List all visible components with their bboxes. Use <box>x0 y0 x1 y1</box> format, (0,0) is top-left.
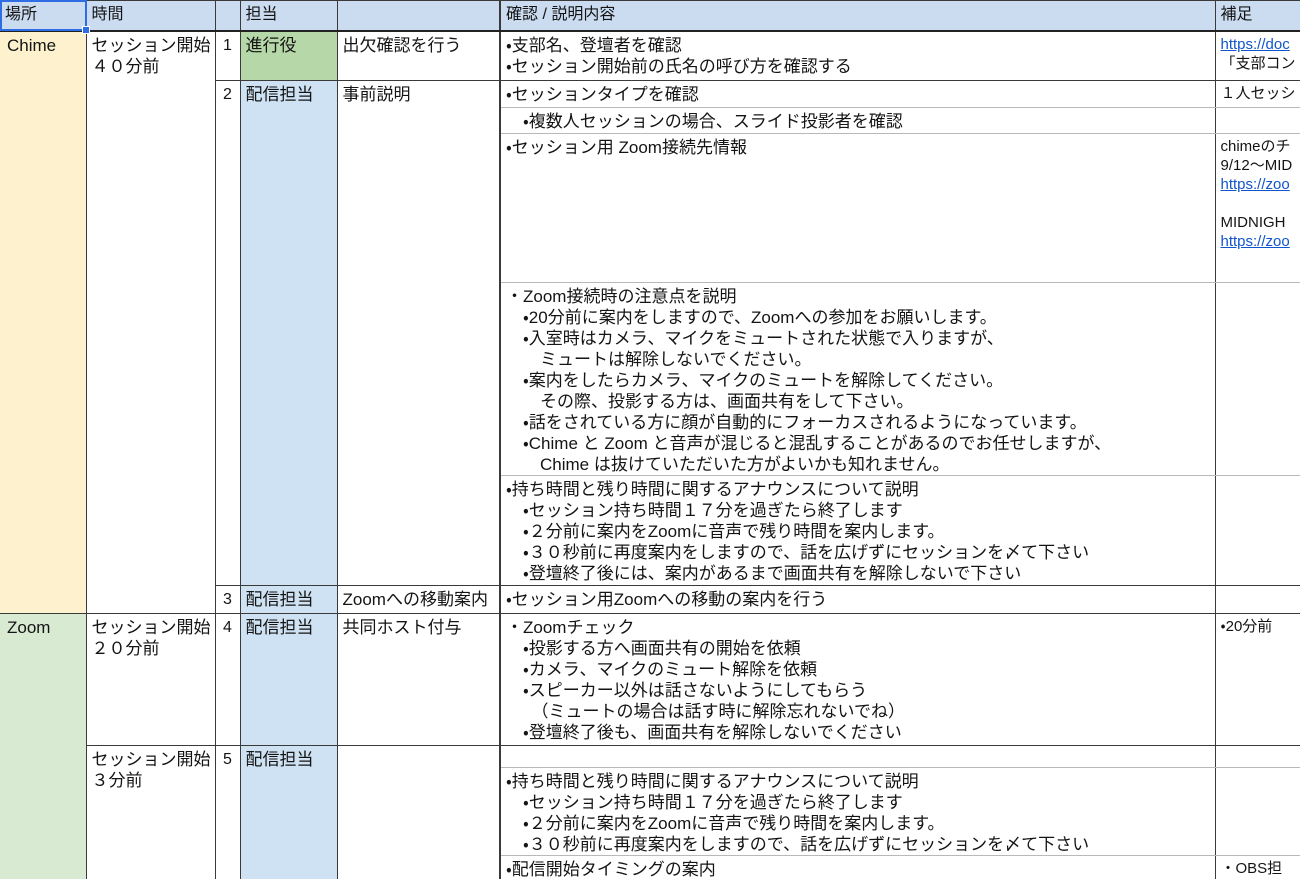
cell-note-1[interactable]: https://doc 「支部コン <box>1215 31 1300 81</box>
cell-content-3[interactable]: ・セッション用Zoomへの移動の案内を行う <box>500 586 1215 614</box>
header-row: 場所 時間 担当 確認 / 説明内容 補足 <box>0 1 1300 31</box>
cell-content-5a-empty[interactable] <box>500 746 1215 768</box>
cell-time-3min[interactable]: セッション開始 ３分前 <box>86 746 215 879</box>
spreadsheet-viewport: 場所 時間 担当 確認 / 説明内容 補足 Chime セッション開始 ４０分前… <box>0 0 1300 879</box>
header-place[interactable]: 場所 <box>0 1 86 31</box>
cell-content-5c[interactable]: ・配信開始タイミングの案内 <box>500 856 1215 879</box>
cell-task-briefing[interactable]: 事前説明 <box>337 81 500 586</box>
note-text: 「支部コン <box>1221 55 1296 72</box>
note-text: chimeのチ <box>1221 138 1291 155</box>
cell-note-2c[interactable]: chimeのチ 9/12〜MID https://zoo MIDNIGH https:/… <box>1215 134 1300 283</box>
runsheet-table: 場所 時間 担当 確認 / 説明内容 補足 Chime セッション開始 ４０分前… <box>0 0 1300 879</box>
cell-time-40min[interactable]: セッション開始 ４０分前 <box>86 31 215 614</box>
cell-task-5-empty[interactable] <box>337 746 500 879</box>
cell-content-2a[interactable]: ・セッションタイプを確認 <box>500 81 1215 108</box>
cell-note-2a[interactable]: １人セッシ <box>1215 81 1300 108</box>
cell-number-4[interactable]: 4 <box>215 614 240 746</box>
header-role[interactable]: 担当 <box>240 1 337 31</box>
header-time[interactable]: 時間 <box>86 1 215 31</box>
cell-place-zoom[interactable]: Zoom <box>0 614 86 879</box>
cell-content-4[interactable]: ・Zoomチェック ・投影する方へ画面共有の開始を依頼 ・カメラ、マイクのミュー… <box>500 614 1215 746</box>
cell-note-5b-empty[interactable] <box>1215 768 1300 856</box>
cell-note-5a-empty[interactable] <box>1215 746 1300 768</box>
cell-role-stream-4[interactable]: 配信担当 <box>240 614 337 746</box>
cell-time-20min[interactable]: セッション開始 ２０分前 <box>86 614 215 746</box>
cell-number-1[interactable]: 1 <box>215 31 240 81</box>
cell-role-stream-3[interactable]: 配信担当 <box>240 586 337 614</box>
cell-task-attendance[interactable]: 出欠確認を行う <box>337 31 500 81</box>
cell-note-2b-empty[interactable] <box>1215 108 1300 134</box>
header-number[interactable] <box>215 1 240 31</box>
cell-content-2e[interactable]: ・持ち時間と残り時間に関するアナウンスについて説明 ・セッション持ち時間１７分を… <box>500 476 1215 586</box>
cell-task-cohost[interactable]: 共同ホスト付与 <box>337 614 500 746</box>
cell-note-4[interactable]: ・20分前 <box>1215 614 1300 746</box>
cell-number-2[interactable]: 2 <box>215 81 240 586</box>
row-4: Zoom セッション開始 ２０分前 4 配信担当 共同ホスト付与 ・Zoomチェ… <box>0 614 1300 746</box>
cell-note-2e-empty[interactable] <box>1215 476 1300 586</box>
cell-content-1[interactable]: ・支部名、登壇者を確認 ・セッション開始前の氏名の呼び方を確認する <box>500 31 1215 81</box>
zoom-link-2[interactable]: https://zoo <box>1221 233 1290 250</box>
note-text: MIDNIGH <box>1221 214 1286 231</box>
zoom-link-1[interactable]: https://zoo <box>1221 176 1290 193</box>
note-text: 9/12〜MID <box>1221 157 1293 174</box>
cell-note-2d-empty[interactable] <box>1215 283 1300 476</box>
cell-note-5c[interactable]: ・OBS担 <box>1215 856 1300 879</box>
row-1: Chime セッション開始 ４０分前 1 進行役 出欠確認を行う ・支部名、登壇… <box>0 31 1300 81</box>
cell-content-2c[interactable]: ・セッション用 Zoom接続先情報 <box>500 134 1215 283</box>
cell-number-3[interactable]: 3 <box>215 586 240 614</box>
cell-role-stream-2[interactable]: 配信担当 <box>240 81 337 586</box>
cell-place-chime[interactable]: Chime <box>0 31 86 614</box>
header-content[interactable]: 確認 / 説明内容 <box>500 1 1215 31</box>
docs-link[interactable]: https://doc <box>1221 36 1290 53</box>
header-note[interactable]: 補足 <box>1215 1 1300 31</box>
cell-task-move-to-zoom[interactable]: Zoomへの移動案内 <box>337 586 500 614</box>
cell-content-2b[interactable]: ・複数人セッションの場合、スライド投影者を確認 <box>500 108 1215 134</box>
cell-role-stream-5[interactable]: 配信担当 <box>240 746 337 879</box>
cell-content-5b[interactable]: ・持ち時間と残り時間に関するアナウンスについて説明 ・セッション持ち時間１７分を… <box>500 768 1215 856</box>
header-task[interactable] <box>337 1 500 31</box>
row-5a: セッション開始 ３分前 5 配信担当 <box>0 746 1300 768</box>
cell-number-5[interactable]: 5 <box>215 746 240 879</box>
selection-handle[interactable] <box>82 26 90 34</box>
cell-role-lead[interactable]: 進行役 <box>240 31 337 81</box>
cell-note-3-empty[interactable] <box>1215 586 1300 614</box>
cell-content-2d[interactable]: ・Zoom接続時の注意点を説明 ・20分前に案内をしますので、Zoomへの参加を… <box>500 283 1215 476</box>
